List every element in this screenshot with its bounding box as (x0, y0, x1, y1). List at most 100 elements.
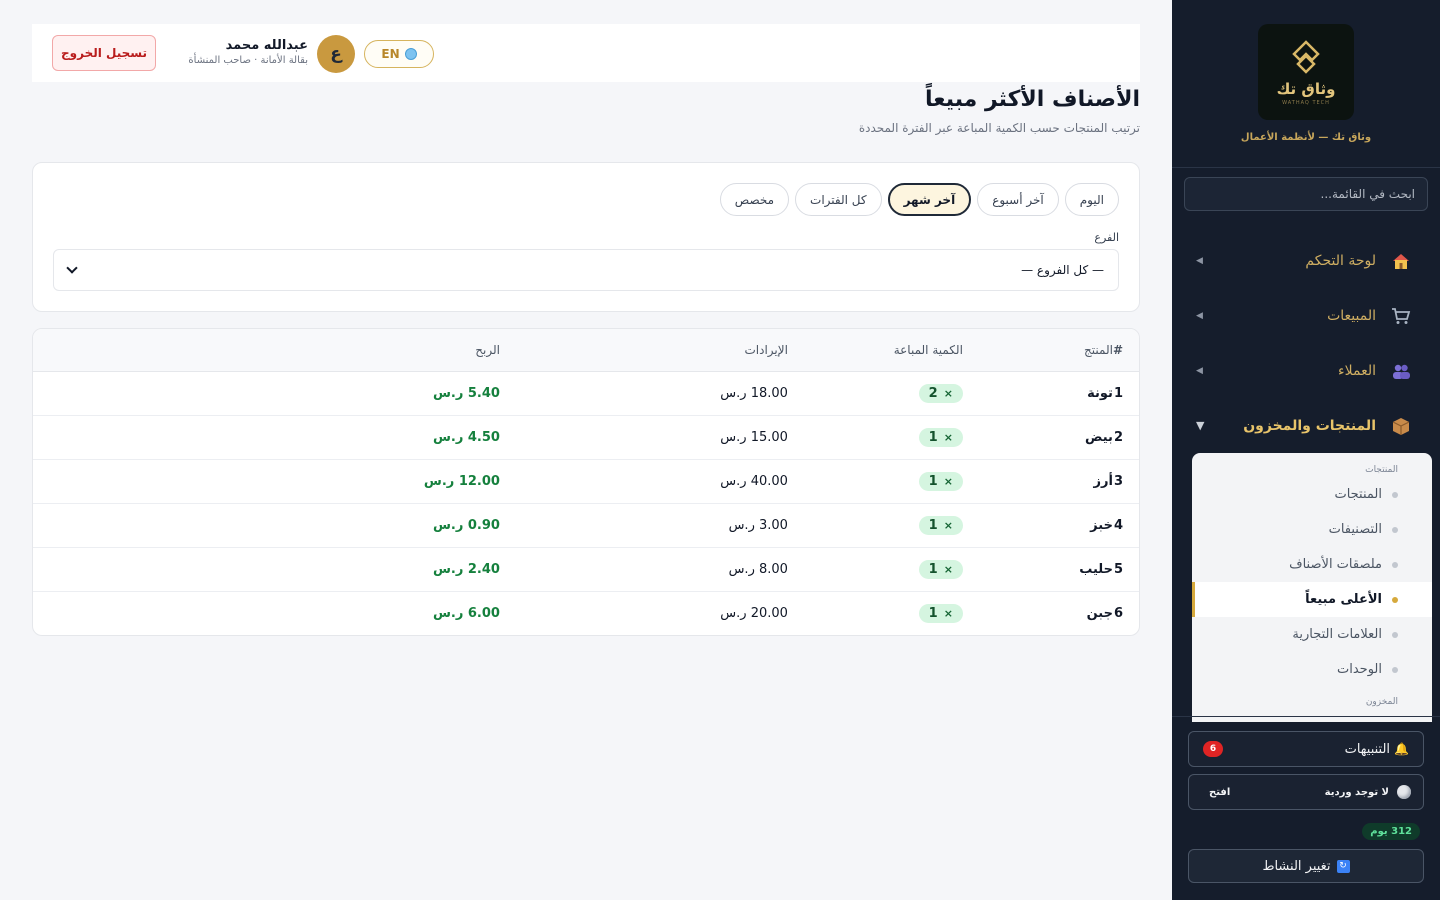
submenu-item-brands[interactable]: العلامات التجارية (1192, 617, 1432, 652)
cell-profit: 4.50 ر.س (235, 415, 500, 460)
cell-qty: × 1 (787, 459, 963, 504)
cell-revenue: 18.00 ر.س (499, 371, 788, 416)
cell-spacer (33, 547, 236, 592)
cell-spacer (33, 371, 236, 416)
alerts-label: التنبيهات (1344, 741, 1391, 757)
sidebar-item-label: العملاء (1338, 362, 1376, 379)
sidebar-item-products-inventory[interactable]: المنتجات والمخزون ▼ (1172, 398, 1440, 453)
qty-badge: × 2 (918, 383, 963, 403)
user-role: بقالة الأمانة · صاحب المنشأة (188, 55, 308, 66)
cell-spacer (33, 503, 236, 548)
submenu-group-label: المنتجات (1365, 465, 1398, 475)
cell-rank: 3 (1112, 459, 1139, 504)
cell-revenue: 20.00 ر.س (720, 605, 788, 621)
sidebar-item-customers[interactable]: العملاء ◀ (1172, 343, 1440, 398)
qty-value: 1 (928, 473, 938, 489)
caret-down-icon: ▼ (1196, 419, 1205, 432)
times-icon: × (943, 474, 953, 488)
period-chip-all-time[interactable]: كل الفترات (795, 183, 882, 216)
top-selling-table-card: # المنتج الكمية المباعة الإيرادات الربح … (32, 328, 1140, 636)
times-icon: × (943, 518, 953, 532)
qty-badge: × 1 (918, 603, 963, 623)
bullet-icon (1392, 596, 1398, 603)
table-row[interactable]: 6 جبن × 1 20.00 ر.س 6.00 ر.س (33, 591, 1139, 635)
cell-product: جبن (1086, 605, 1113, 621)
period-chip-today[interactable]: اليوم (1064, 183, 1119, 216)
alerts-count-badge: 6 (1203, 741, 1223, 757)
branch-label: الفرع (1094, 231, 1119, 244)
avatar[interactable]: ع (317, 35, 355, 73)
table-row[interactable]: 3 أرز × 1 40.00 ر.س 12.00 ر.س (33, 459, 1139, 504)
cell-qty: × 1 (787, 415, 963, 460)
branch-selected-value: — كل الفروع — (1021, 263, 1104, 277)
cell-profit: 5.40 ر.س (235, 371, 500, 416)
sidebar-search-input[interactable] (1184, 177, 1428, 211)
qty-badge: × 1 (918, 471, 963, 491)
table-row[interactable]: 2 بيض × 1 15.00 ر.س 4.50 ر.س (33, 415, 1139, 460)
switch-business-label: تغيير النشاط (1262, 858, 1331, 874)
submenu-item-label: العلامات التجارية (1292, 627, 1382, 642)
user-name: عبدالله محمد (225, 38, 308, 53)
refresh-icon: ↻ (1336, 859, 1350, 873)
bullet-icon (1392, 666, 1398, 673)
cell-revenue: 8.00 ر.س (499, 547, 788, 592)
shift-label: لا توجد وردية (1324, 786, 1389, 798)
cell-spacer (33, 591, 236, 635)
submenu-products: المنتجات المنتجات التصنيفات ملصقات الأصن… (1192, 453, 1432, 722)
table-row[interactable]: 4 خبز × 1 3.00 ر.س 0.90 ر.س (33, 503, 1139, 548)
cell-product: حليب (962, 547, 1113, 592)
submenu-item-units[interactable]: الوحدات (1192, 652, 1432, 687)
cell-qty: × 1 (787, 547, 963, 592)
submenu-item-labels[interactable]: ملصقات الأصناف (1192, 547, 1432, 582)
cell-qty: × 1 (788, 591, 963, 635)
cell-rank: 4 (1112, 503, 1139, 548)
cell-revenue: 3.00 ر.س (499, 503, 788, 548)
submenu-item-label: ملصقات الأصناف (1289, 557, 1382, 572)
period-chip-last-week[interactable]: آخر أسبوع (977, 183, 1059, 216)
alerts-button[interactable]: 🔔التنبيهات 6 (1188, 731, 1424, 767)
times-icon: × (943, 430, 953, 444)
cell-spacer (33, 415, 236, 460)
col-header-profit: الربح (235, 329, 500, 372)
times-icon: × (943, 606, 953, 620)
submenu-item-label: الوحدات (1337, 662, 1382, 677)
submenu-item-categories[interactable]: التصنيفات (1192, 512, 1432, 547)
page-subtitle: ترتيب المنتجات حسب الكمية المباعة عبر ال… (858, 121, 1140, 135)
qty-value: 1 (928, 429, 938, 445)
submenu-item-products[interactable]: المنتجات (1192, 477, 1432, 512)
globe-icon (404, 48, 417, 60)
period-chip-custom[interactable]: مخصص (719, 183, 790, 216)
cell-rank: 2 (1112, 415, 1139, 460)
period-chip-last-month[interactable]: آخر شهر (887, 183, 972, 216)
cell-profit: 6.00 ر.س (432, 605, 500, 621)
bullet-icon (1392, 526, 1398, 533)
language-toggle-button[interactable]: EN (364, 40, 434, 68)
bell-icon: 🔔 (1394, 741, 1409, 756)
sidebar-item-sales[interactable]: المبيعات ◀ (1172, 288, 1440, 343)
logo-name: وثاق تك (1276, 80, 1336, 98)
logout-button[interactable]: تسجيل الخروج (52, 35, 156, 71)
table-row[interactable]: 5 حليب × 1 8.00 ر.س 2.40 ر.س (33, 547, 1139, 592)
sidebar-item-label: المبيعات (1327, 307, 1376, 324)
cell-rank: 5 (1112, 547, 1139, 592)
sidebar-item-dashboard[interactable]: لوحة التحكم ◀ (1172, 233, 1440, 288)
logo[interactable]: وثاق تك WATHAQ TECH (1258, 24, 1354, 120)
cell-product: تونة (962, 371, 1113, 416)
cart-icon (1390, 305, 1412, 327)
shift-status-icon (1397, 785, 1411, 799)
table-row[interactable]: 1 تونة × 2 18.00 ر.س 5.40 ر.س (33, 371, 1139, 416)
switch-business-button[interactable]: ↻ تغيير النشاط (1188, 849, 1424, 883)
sidebar-footer: 🔔التنبيهات 6 لا توجد وردية افتح 312 يوم … (1172, 716, 1440, 900)
times-icon: × (943, 386, 953, 400)
col-header-rank: # (1112, 329, 1139, 372)
table-header-row: # المنتج الكمية المباعة الإيرادات الربح (33, 329, 1139, 372)
cell-profit: 2.40 ر.س (235, 547, 500, 592)
qty-value: 1 (928, 561, 938, 577)
open-shift-button[interactable]: افتح (1209, 787, 1230, 798)
qty-badge: × 1 (918, 515, 963, 535)
branch-select[interactable]: — كل الفروع — (53, 249, 1119, 291)
cell-revenue: 15.00 ر.س (499, 415, 788, 460)
submenu-item-top-selling[interactable]: الأعلى مبيعاً (1192, 582, 1432, 617)
cell-qty: × 1 (787, 503, 963, 548)
sidebar: وثاق تك WATHAQ TECH وثاق تك — لأنظمة الأ… (1172, 0, 1440, 900)
